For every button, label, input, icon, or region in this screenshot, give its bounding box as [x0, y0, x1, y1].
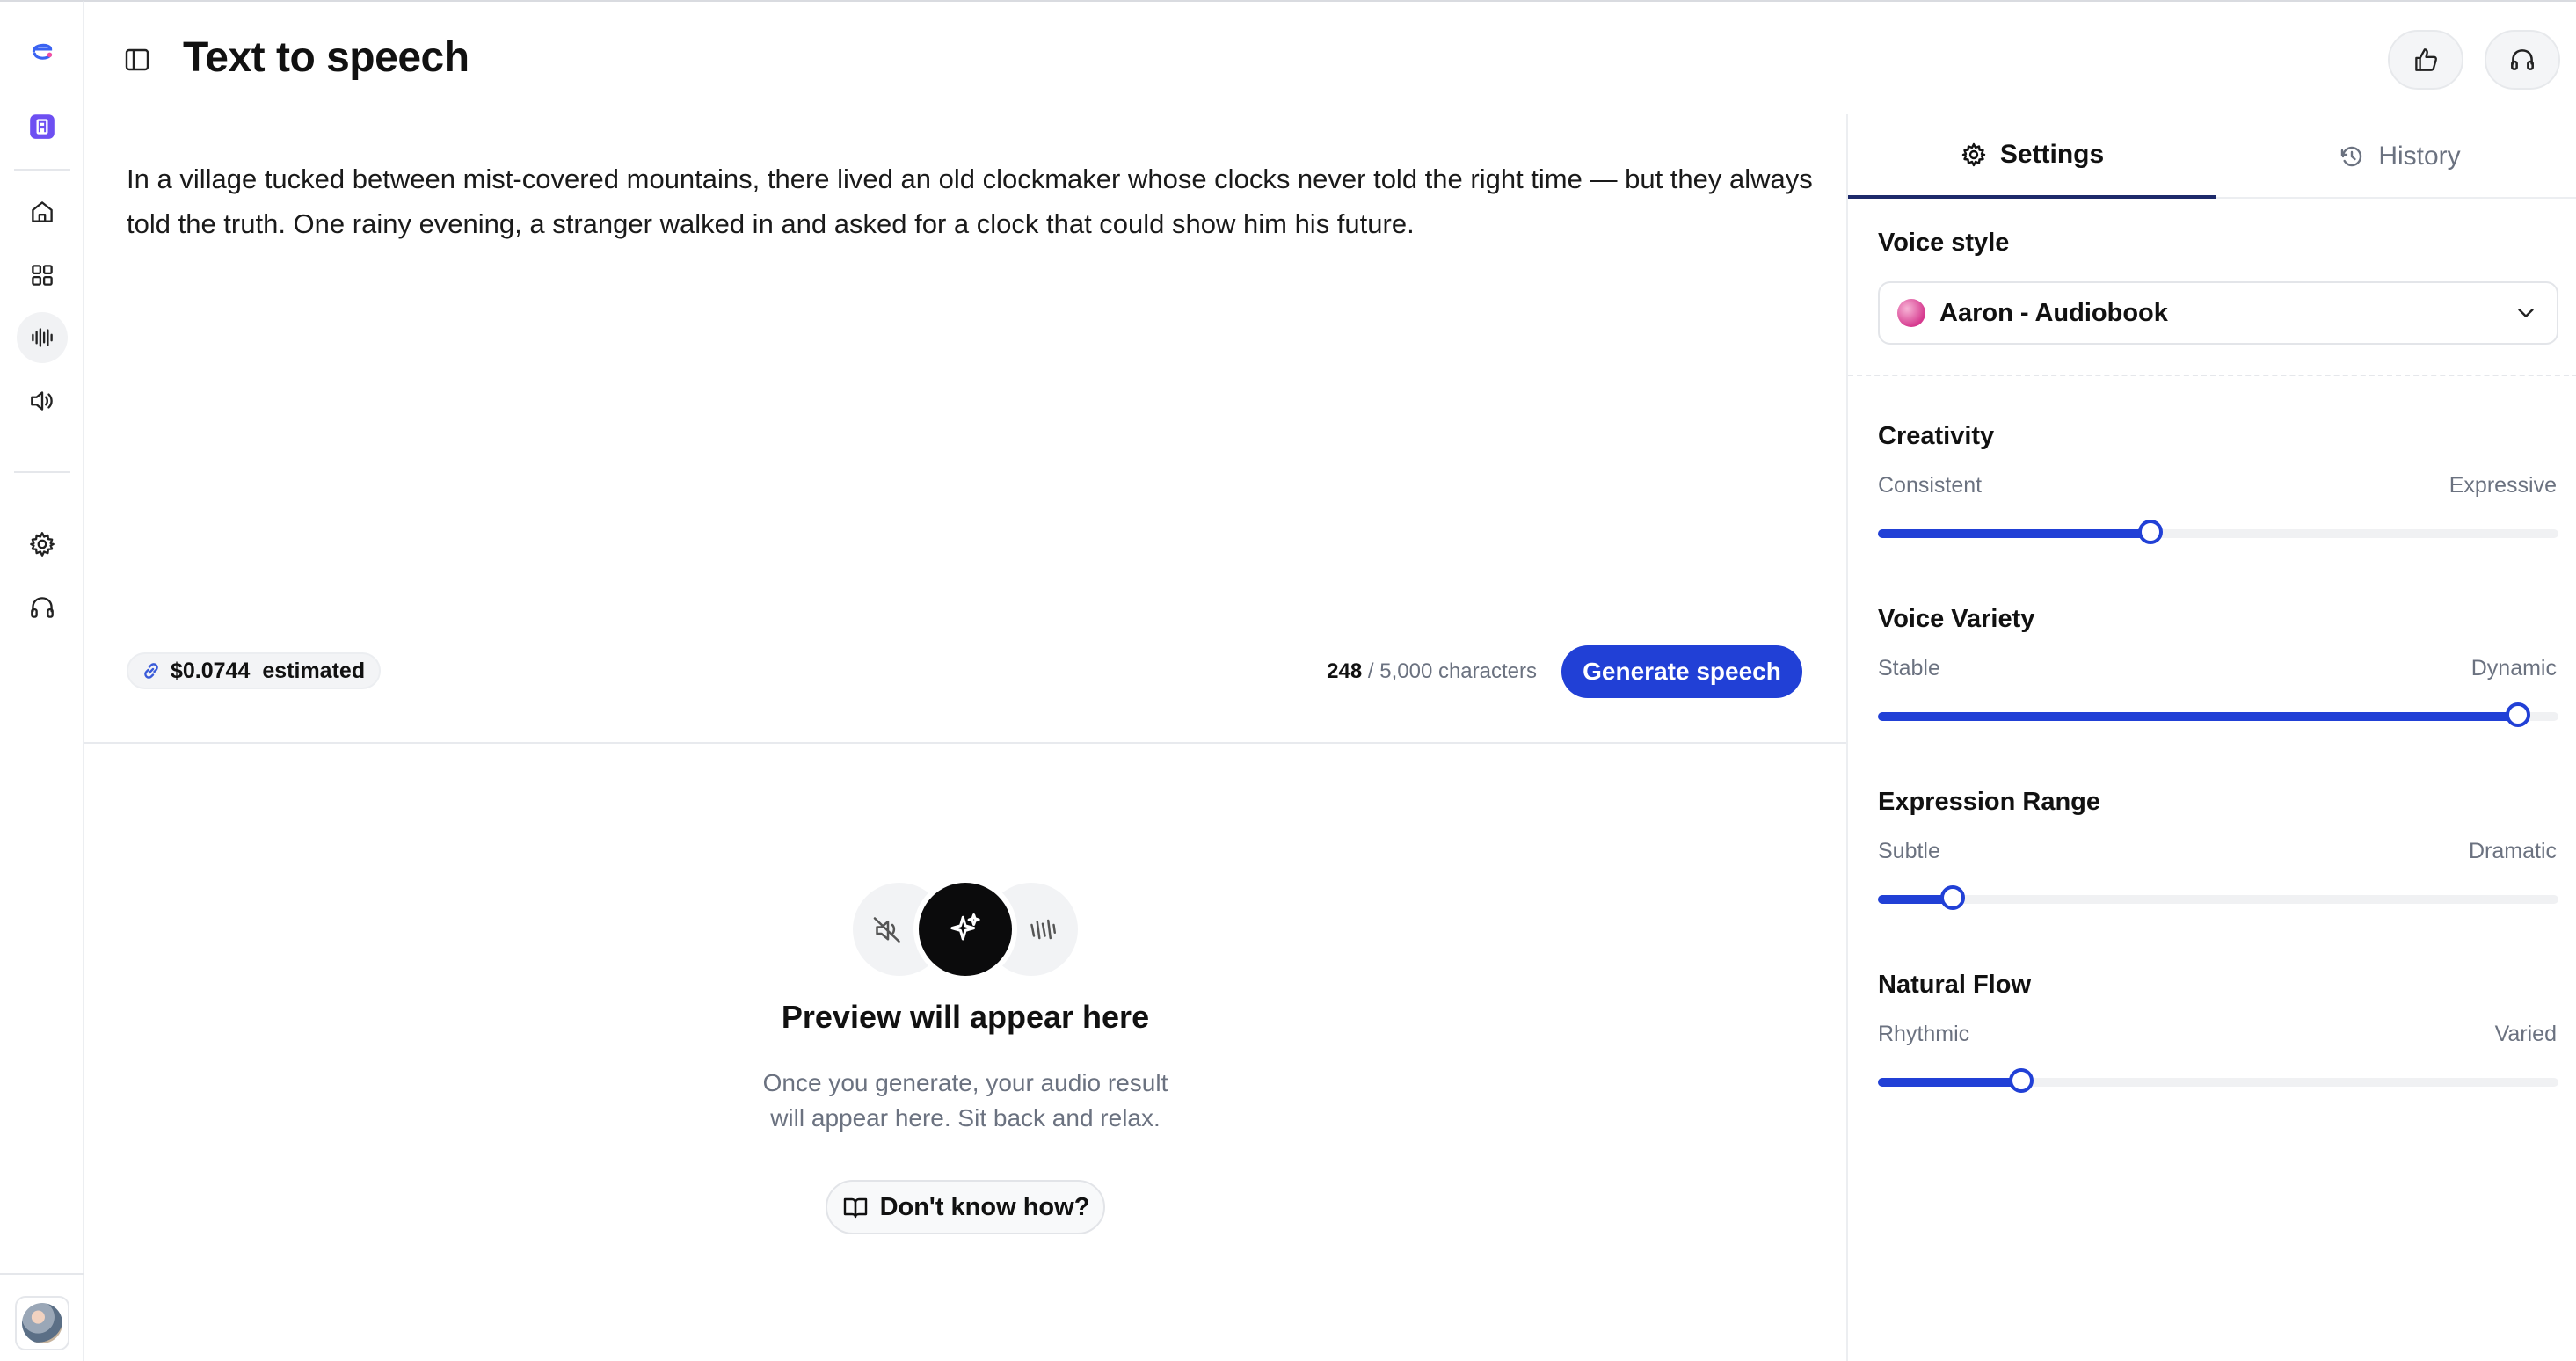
cost-suffix: estimated [262, 658, 366, 683]
tab-history[interactable]: History [2216, 114, 2576, 199]
avatar[interactable] [15, 1296, 69, 1350]
rail-divider [0, 1273, 84, 1275]
preview-area: Preview will appear here Once you genera… [84, 744, 1846, 1361]
slider-min-label: Stable [1878, 656, 1940, 680]
slider-track[interactable] [1878, 885, 2558, 910]
slider-label: Voice Variety [1878, 605, 2035, 633]
section-divider [1848, 375, 2576, 376]
slider-max-label: Varied [2494, 1022, 2557, 1046]
history-icon [2341, 146, 2362, 167]
settings-panel: Settings History Voice style Aaron - Aud… [1846, 114, 2576, 1361]
gear-icon [1961, 142, 1986, 167]
voice-style-select[interactable]: Aaron - Audiobook [1878, 281, 2558, 345]
preview-title: Preview will appear here [781, 999, 1150, 1035]
slider-track[interactable] [1878, 1068, 2558, 1093]
text-editor: In a village tucked between mist-covered… [84, 114, 1846, 744]
waveform-icon[interactable] [17, 312, 68, 363]
feedback-button[interactable] [2388, 30, 2463, 90]
link-icon [144, 663, 158, 679]
left-rail [0, 0, 84, 1361]
slider-label: Natural Flow [1878, 971, 2032, 999]
slider-min-label: Rhythmic [1878, 1022, 1970, 1046]
preview-subtitle-line: Once you generate, your audio result [762, 1069, 1168, 1096]
cost-estimate-badge: $0.0744 estimated [127, 652, 382, 689]
slider-thumb[interactable] [2137, 520, 2163, 544]
sparkle-icon [919, 883, 1012, 976]
slider-track[interactable] [1878, 702, 2558, 727]
workspace-badge-icon[interactable] [17, 101, 68, 152]
slider-thumb[interactable] [2505, 702, 2530, 727]
generate-speech-button[interactable]: Generate speech [1561, 645, 1802, 698]
headphones-icon [2511, 49, 2534, 70]
preview-subtitle: Once you generate, your audio result wil… [84, 1066, 1846, 1136]
slider-fill [1878, 712, 2518, 721]
gear-icon[interactable] [17, 519, 68, 570]
chevron-down-icon [2518, 309, 2534, 317]
avatar-image [22, 1303, 62, 1343]
slider-label: Creativity [1878, 422, 1995, 450]
speaker-icon[interactable] [17, 375, 68, 426]
slider-fill [1878, 1078, 2021, 1087]
home-icon[interactable] [17, 186, 68, 237]
headphones-icon[interactable] [17, 582, 68, 633]
voice-selected-value: Aaron - Audiobook [1939, 298, 2168, 327]
page-title: Text to speech [183, 34, 469, 81]
rail-divider [14, 471, 70, 473]
voice-style-label: Voice style [1878, 229, 2010, 257]
grid-icon[interactable] [17, 250, 68, 301]
slider-thumb[interactable] [1940, 885, 1966, 910]
thumbs-up-icon [2415, 48, 2437, 71]
slider-max-label: Dramatic [2468, 839, 2557, 863]
voice-avatar [1897, 299, 1925, 327]
brand-logo-icon[interactable] [17, 25, 68, 76]
slider-track[interactable] [1878, 520, 2558, 544]
slider-max-label: Dynamic [2470, 656, 2557, 680]
support-button[interactable] [2485, 30, 2560, 90]
top-bar: Text to speech [84, 0, 2576, 114]
slider-min-label: Subtle [1878, 839, 1940, 863]
slider-min-label: Consistent [1878, 473, 1983, 498]
character-limit: / 5,000 characters [1367, 659, 1537, 683]
tab-label: History [2378, 142, 2461, 171]
sidebar-toggle-icon[interactable] [121, 44, 153, 76]
character-count: 248 / 5,000 characters [1327, 659, 1537, 684]
panel-tabs: Settings History [1848, 114, 2576, 199]
slider-fill [1878, 529, 2150, 538]
preview-subtitle-line: will appear here. Sit back and relax. [770, 1104, 1161, 1132]
tab-label: Settings [1999, 140, 2105, 169]
preview-illustration [853, 883, 1078, 976]
cost-amount: $0.0744 [171, 658, 251, 683]
tab-settings[interactable]: Settings [1848, 114, 2216, 199]
character-current: 248 [1327, 659, 1363, 683]
rail-divider [14, 169, 70, 171]
book-icon [843, 1197, 867, 1219]
slider-label: Expression Range [1878, 788, 2101, 816]
help-button-label: Don't know how? [879, 1192, 1090, 1221]
script-textarea[interactable]: In a village tucked between mist-covered… [127, 156, 1815, 246]
slider-thumb[interactable] [2008, 1068, 2034, 1093]
help-button[interactable]: Don't know how? [826, 1180, 1105, 1234]
slider-max-label: Expressive [2449, 473, 2557, 498]
